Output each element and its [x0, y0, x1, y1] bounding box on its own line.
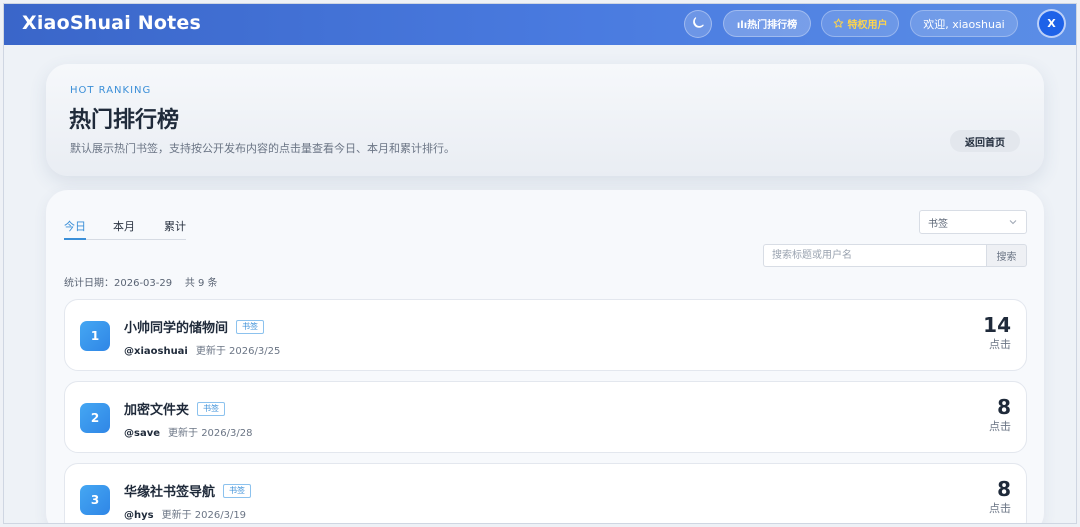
top-navbar: XiaoShuai Notes ılı热门排行榜 特权用户 欢迎, xiaosh…	[4, 4, 1076, 45]
ranking-item[interactable]: 1 小帅同学的储物间 书签 @xiaoshuai 更新于 2026/3/25 14 …	[64, 299, 1027, 371]
vip-user-button[interactable]: 特权用户	[821, 10, 899, 37]
rank-badge: 1	[80, 321, 110, 351]
item-type-tag: 书签	[236, 319, 265, 334]
item-meta: @xiaoshuai 更新于 2026/3/25	[124, 342, 280, 357]
avatar[interactable]: X	[1037, 9, 1066, 38]
ranking-panel: 今日 本月 累计 书签 搜索 统计日期：2026-03-29 共 9 条 1 小…	[46, 190, 1044, 523]
rank-badge: 2	[80, 403, 110, 433]
tab-today[interactable]: 今日	[64, 218, 86, 234]
type-select-value: 书签	[928, 218, 948, 230]
page-description: 默认展示热门书签，支持按公开发布内容的点击量查看今日、本月和累计排行。	[70, 142, 455, 155]
hero-card: HOT RANKING 热门排行榜 默认展示热门书签，支持按公开发布内容的点击量…	[46, 64, 1044, 176]
ranking-list: 1 小帅同学的储物间 书签 @xiaoshuai 更新于 2026/3/25 14 …	[64, 299, 1027, 523]
search-input[interactable]	[763, 244, 986, 267]
chevron-down-icon	[1008, 217, 1018, 230]
click-count-label: 点击	[989, 338, 1011, 351]
item-title-row: 小帅同学的储物间 书签	[124, 317, 265, 336]
item-title-row: 华缘社书签导航 书签	[124, 481, 252, 500]
click-count-value: 14	[983, 313, 1011, 337]
hot-ranking-nav-label: ılı热门排行榜	[736, 20, 798, 31]
item-meta: @save 更新于 2026/3/28	[124, 424, 252, 439]
back-home-label: 返回首页	[965, 137, 1005, 149]
click-count-value: 8	[997, 395, 1011, 419]
item-click-count: 8 点击	[989, 396, 1011, 434]
hero-eyebrow: HOT RANKING	[70, 85, 152, 96]
item-type-tag: 书签	[197, 401, 226, 416]
theme-toggle-button[interactable]	[684, 10, 712, 38]
item-click-count: 14 点击	[983, 314, 1011, 352]
period-tabs: 今日 本月 累计	[64, 218, 186, 240]
click-count-label: 点击	[989, 420, 1011, 433]
tab-month[interactable]: 本月	[113, 218, 135, 234]
item-title[interactable]: 华缘社书签导航	[124, 485, 215, 500]
welcome-text: 欢迎, xiaoshuai	[923, 17, 1005, 31]
moon-icon	[691, 15, 705, 34]
ranking-item[interactable]: 3 华缘社书签导航 书签 @hys 更新于 2026/3/19 8 点击	[64, 463, 1027, 523]
item-updated: 更新于 2026/3/25	[195, 346, 281, 357]
stats-summary: 统计日期：2026-03-29 共 9 条	[64, 278, 218, 289]
item-title[interactable]: 加密文件夹	[124, 403, 189, 418]
item-type-tag: 书签	[223, 483, 252, 498]
type-select[interactable]: 书签	[919, 210, 1027, 234]
rank-badge: 3	[80, 485, 110, 515]
page-title: 热门排行榜	[69, 108, 180, 133]
item-author[interactable]: @xiaoshuai	[124, 346, 188, 357]
click-count-value: 8	[997, 477, 1011, 501]
item-updated: 更新于 2026/3/28	[168, 428, 253, 439]
item-updated: 更新于 2026/3/19	[161, 510, 247, 521]
item-meta: @hys 更新于 2026/3/19	[124, 506, 246, 521]
search-button-label: 搜索	[996, 252, 1017, 263]
item-click-count: 8 点击	[989, 478, 1011, 516]
item-author[interactable]: @save	[124, 428, 160, 439]
user-menu-button[interactable]: 欢迎, xiaoshuai	[910, 10, 1018, 37]
avatar-initial: X	[1047, 17, 1056, 30]
search-button[interactable]: 搜索	[986, 244, 1027, 267]
item-title-row: 加密文件夹 书签	[124, 399, 226, 418]
vip-user-label: 特权用户	[847, 20, 888, 31]
item-author[interactable]: @hys	[124, 510, 154, 521]
tab-total[interactable]: 累计	[164, 218, 186, 234]
ranking-item[interactable]: 2 加密文件夹 书签 @save 更新于 2026/3/28 8 点击	[64, 381, 1027, 453]
hot-ranking-nav-button[interactable]: ılı热门排行榜	[723, 10, 811, 37]
brand-logo[interactable]: XiaoShuai Notes	[22, 12, 201, 34]
app-window: XiaoShuai Notes ılı热门排行榜 特权用户 欢迎, xiaosh…	[3, 3, 1077, 524]
back-home-button[interactable]: 返回首页	[950, 130, 1020, 152]
star-icon	[833, 18, 844, 29]
item-title[interactable]: 小帅同学的储物间	[124, 321, 228, 336]
active-tab-indicator	[64, 238, 86, 240]
click-count-label: 点击	[989, 502, 1011, 515]
